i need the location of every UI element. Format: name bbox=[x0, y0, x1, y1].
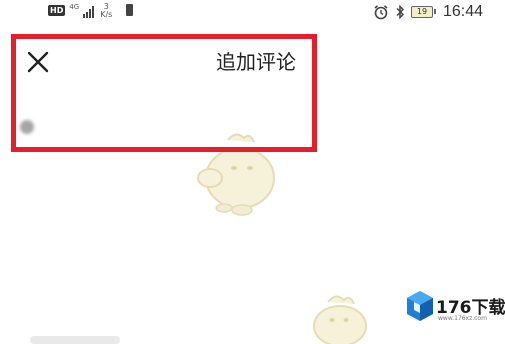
status-right-group: 19 16:44 bbox=[373, 3, 483, 21]
cube-logo-icon bbox=[407, 291, 433, 321]
highlight-box bbox=[11, 34, 317, 152]
status-bar: HD 4G 3 K/s 19 16:44 bbox=[0, 0, 505, 26]
network-speed-unit: K/s bbox=[100, 10, 113, 19]
alarm-icon bbox=[374, 5, 388, 20]
signal-strength-icon bbox=[83, 4, 95, 18]
logo-subtext: www.176xz.com bbox=[438, 315, 487, 322]
status-left-group: HD 4G 3 K/s bbox=[48, 3, 134, 19]
site-logo: 176下载网 www.176xz.com bbox=[406, 288, 505, 338]
screen: HD 4G 3 K/s 19 16:44 追加评论 176下载 www.176x… bbox=[0, 0, 505, 344]
network-type-label: 4G bbox=[69, 3, 80, 11]
sim-card-icon bbox=[126, 4, 134, 16]
network-speed: 3 K/s bbox=[100, 3, 112, 19]
bottom-faint-bar bbox=[30, 336, 120, 344]
hd-badge: HD bbox=[48, 5, 66, 16]
status-time: 16:44 bbox=[442, 3, 483, 20]
battery-icon: 19 bbox=[410, 6, 436, 18]
bluetooth-icon bbox=[396, 4, 405, 20]
mascot-watermark-small-image bbox=[313, 295, 367, 344]
